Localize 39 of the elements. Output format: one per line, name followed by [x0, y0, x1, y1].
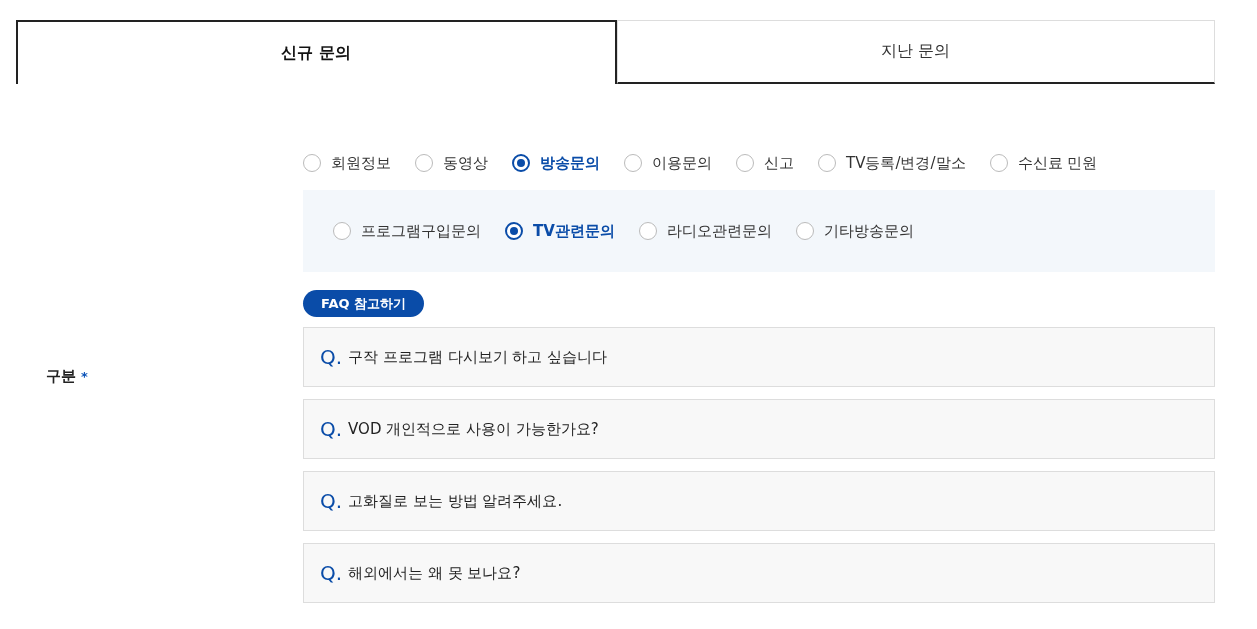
radio-icon[interactable]	[505, 222, 523, 240]
radio-option[interactable]: TV등록/변경/말소	[818, 153, 966, 173]
question-marker: Q.	[320, 417, 343, 441]
faq-button[interactable]: FAQ 참고하기	[303, 290, 425, 317]
faq-question: 해외에서는 왜 못 보나요?	[348, 563, 521, 583]
radio-option[interactable]: 방송문의	[512, 153, 600, 173]
radio-option[interactable]: 이용문의	[624, 153, 712, 173]
required-mark: *	[81, 369, 88, 384]
faq-item[interactable]: Q. VOD 개인적으로 사용이 가능한가요?	[303, 399, 1215, 459]
faq-item[interactable]: Q. 구작 프로그램 다시보기 하고 싶습니다	[303, 327, 1215, 387]
radio-icon[interactable]	[512, 154, 530, 172]
radio-icon[interactable]	[638, 222, 657, 240]
tab[interactable]: 신규 문의	[16, 20, 617, 84]
field-label: 구분	[46, 367, 76, 386]
radio-option[interactable]: 수신료 민원	[989, 153, 1098, 173]
radio-option[interactable]: 프로그램구입문의	[333, 221, 481, 241]
question-marker: Q.	[320, 345, 343, 369]
radio-icon[interactable]	[415, 154, 433, 172]
question-marker: Q.	[320, 489, 343, 513]
faq-question: 구작 프로그램 다시보기 하고 싶습니다	[348, 347, 608, 367]
tab[interactable]: 지난 문의	[616, 20, 1215, 84]
question-marker: Q.	[320, 561, 343, 585]
faq-item[interactable]: Q. 고화질로 보는 방법 알려주세요.	[303, 471, 1215, 531]
faq-question: 고화질로 보는 방법 알려주세요.	[348, 491, 563, 511]
radio-option[interactable]: 신고	[736, 153, 794, 173]
radio-option[interactable]: 라디오관련문의	[638, 221, 772, 241]
radio-icon[interactable]	[624, 154, 642, 172]
radio-icon[interactable]	[333, 222, 351, 240]
radio-option[interactable]: 동영상	[415, 153, 488, 173]
faq-item[interactable]: Q. 해외에서는 왜 못 보나요?	[303, 543, 1215, 603]
radio-option[interactable]: TV관련문의	[505, 221, 615, 241]
radio-icon[interactable]	[818, 154, 836, 172]
faq-question: VOD 개인적으로 사용이 가능한가요?	[348, 419, 599, 439]
radio-icon[interactable]	[795, 222, 814, 240]
radio-icon[interactable]	[989, 154, 1008, 172]
radio-icon[interactable]	[736, 154, 754, 172]
radio-option[interactable]: 기타방송문의	[795, 221, 914, 241]
radio-icon[interactable]	[303, 154, 321, 172]
radio-option[interactable]: 회원정보	[303, 153, 391, 173]
